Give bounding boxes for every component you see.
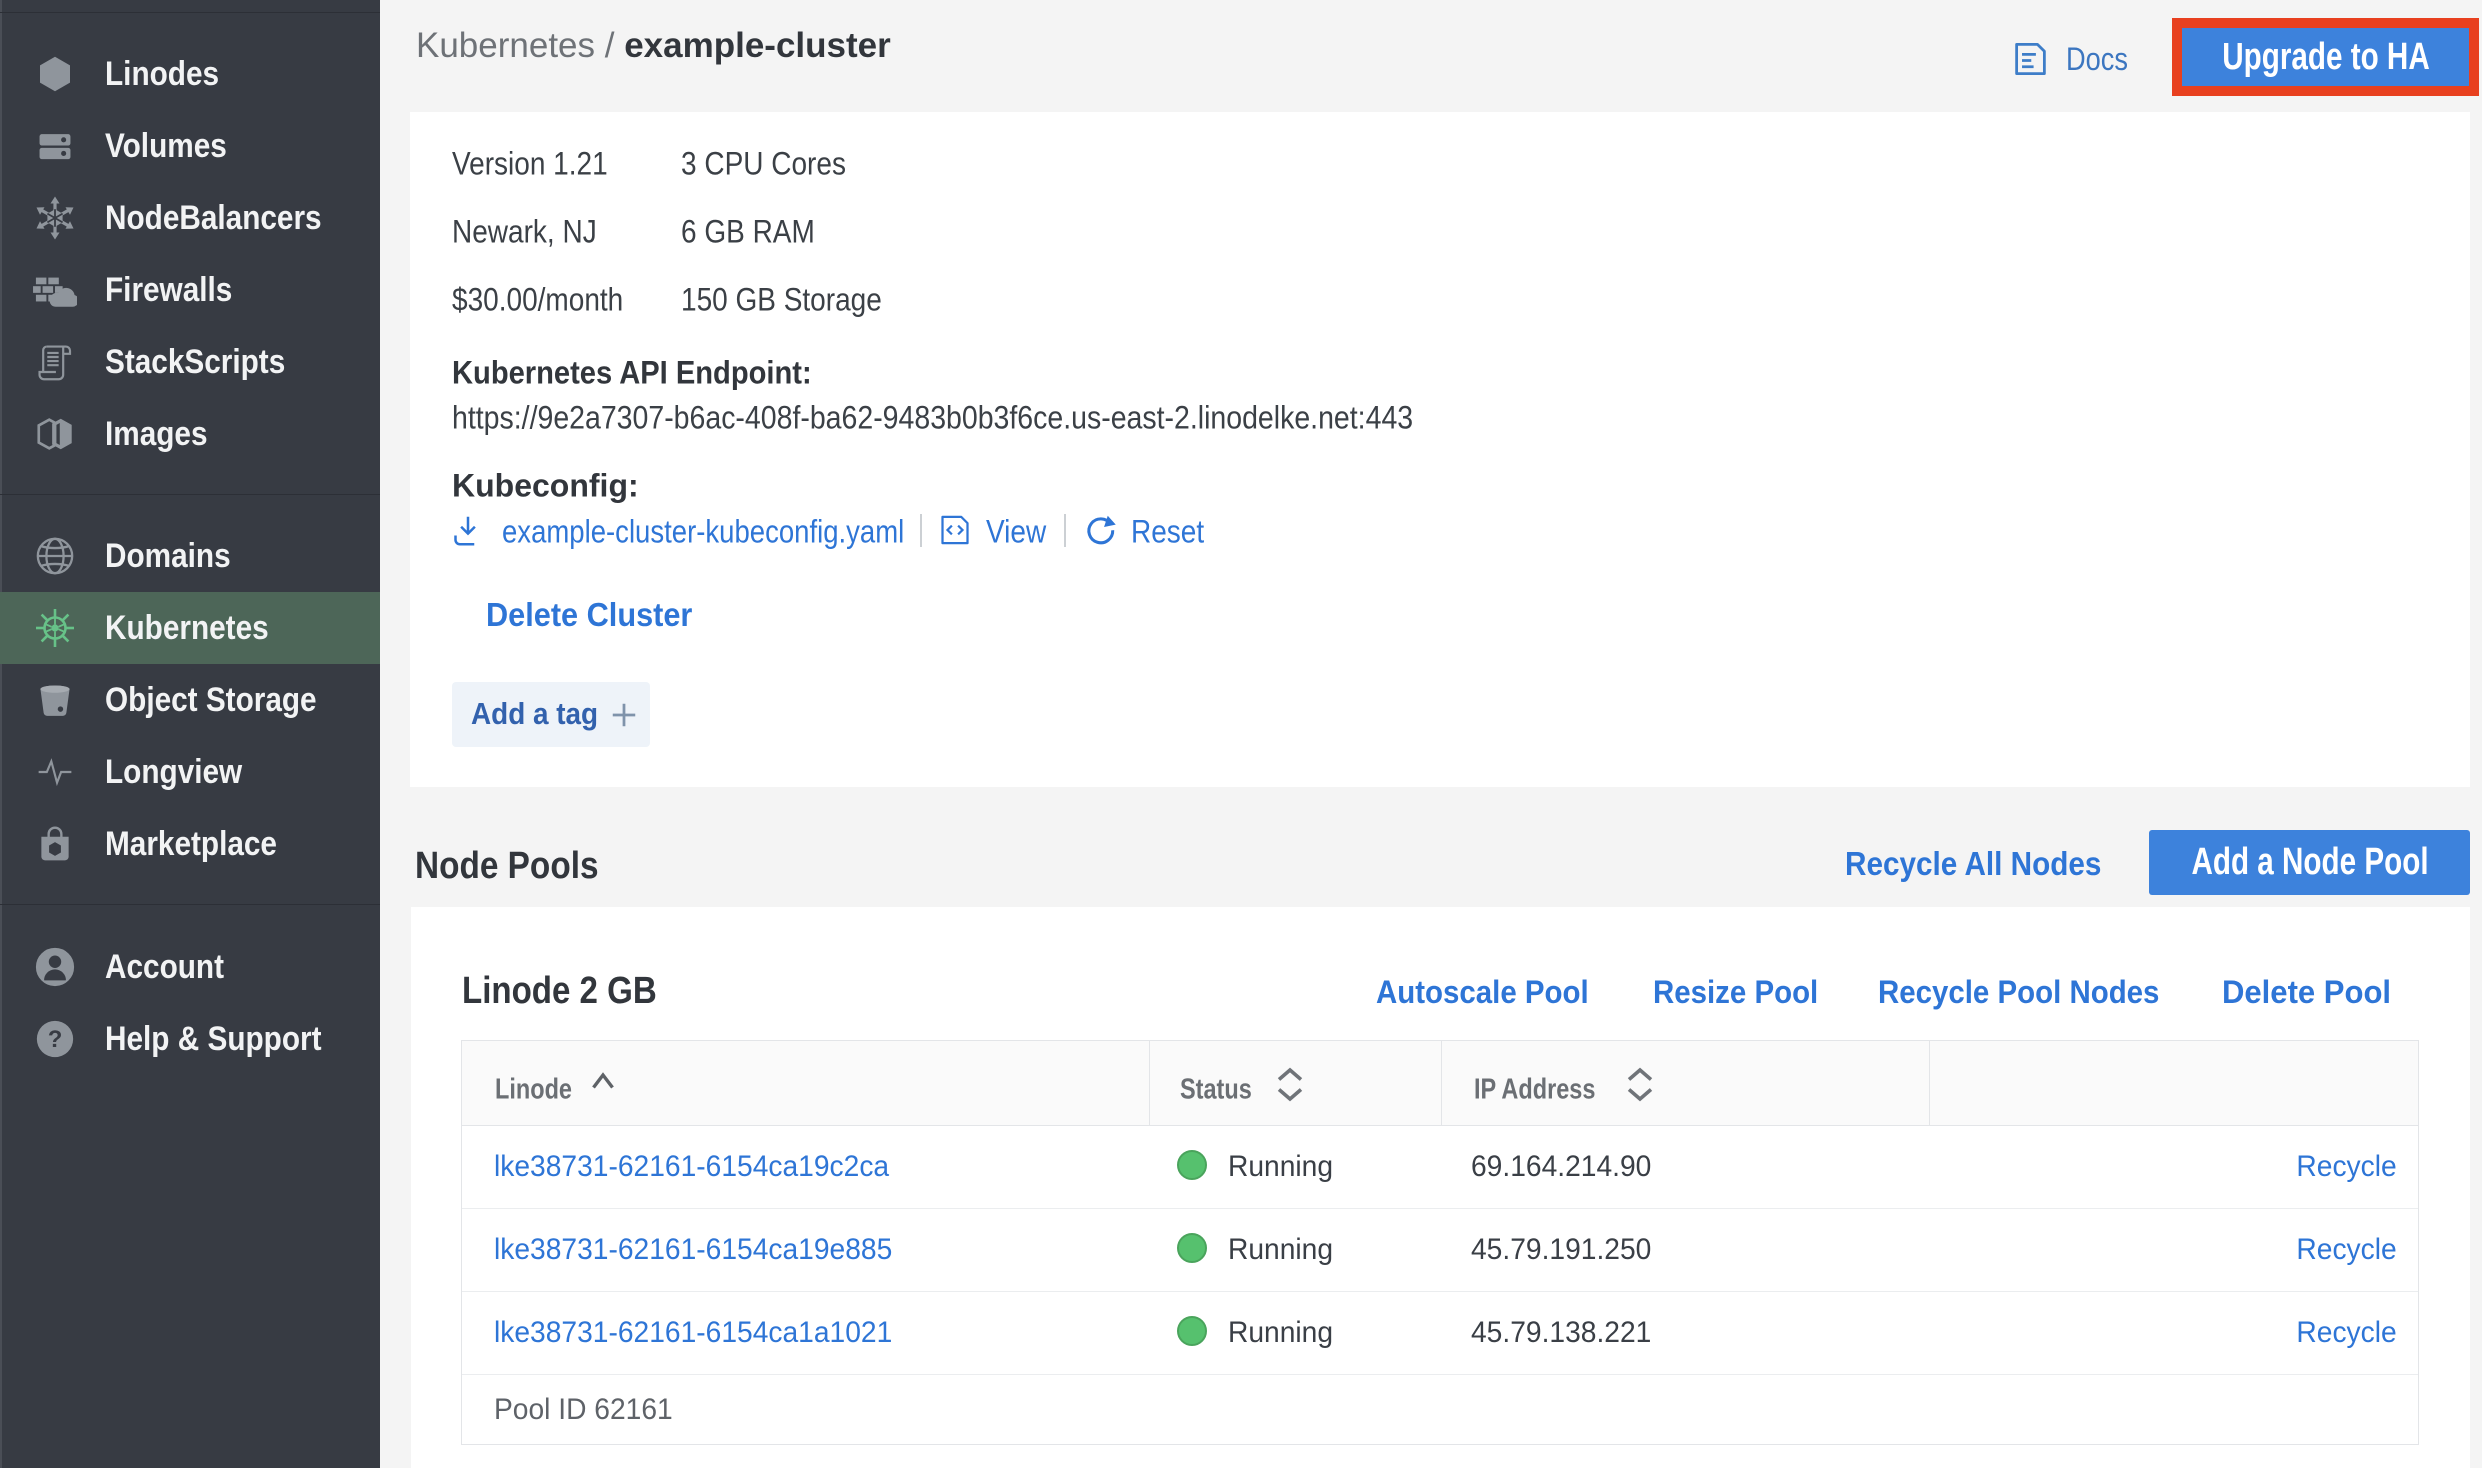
svg-text:?: ?: [48, 1026, 63, 1053]
